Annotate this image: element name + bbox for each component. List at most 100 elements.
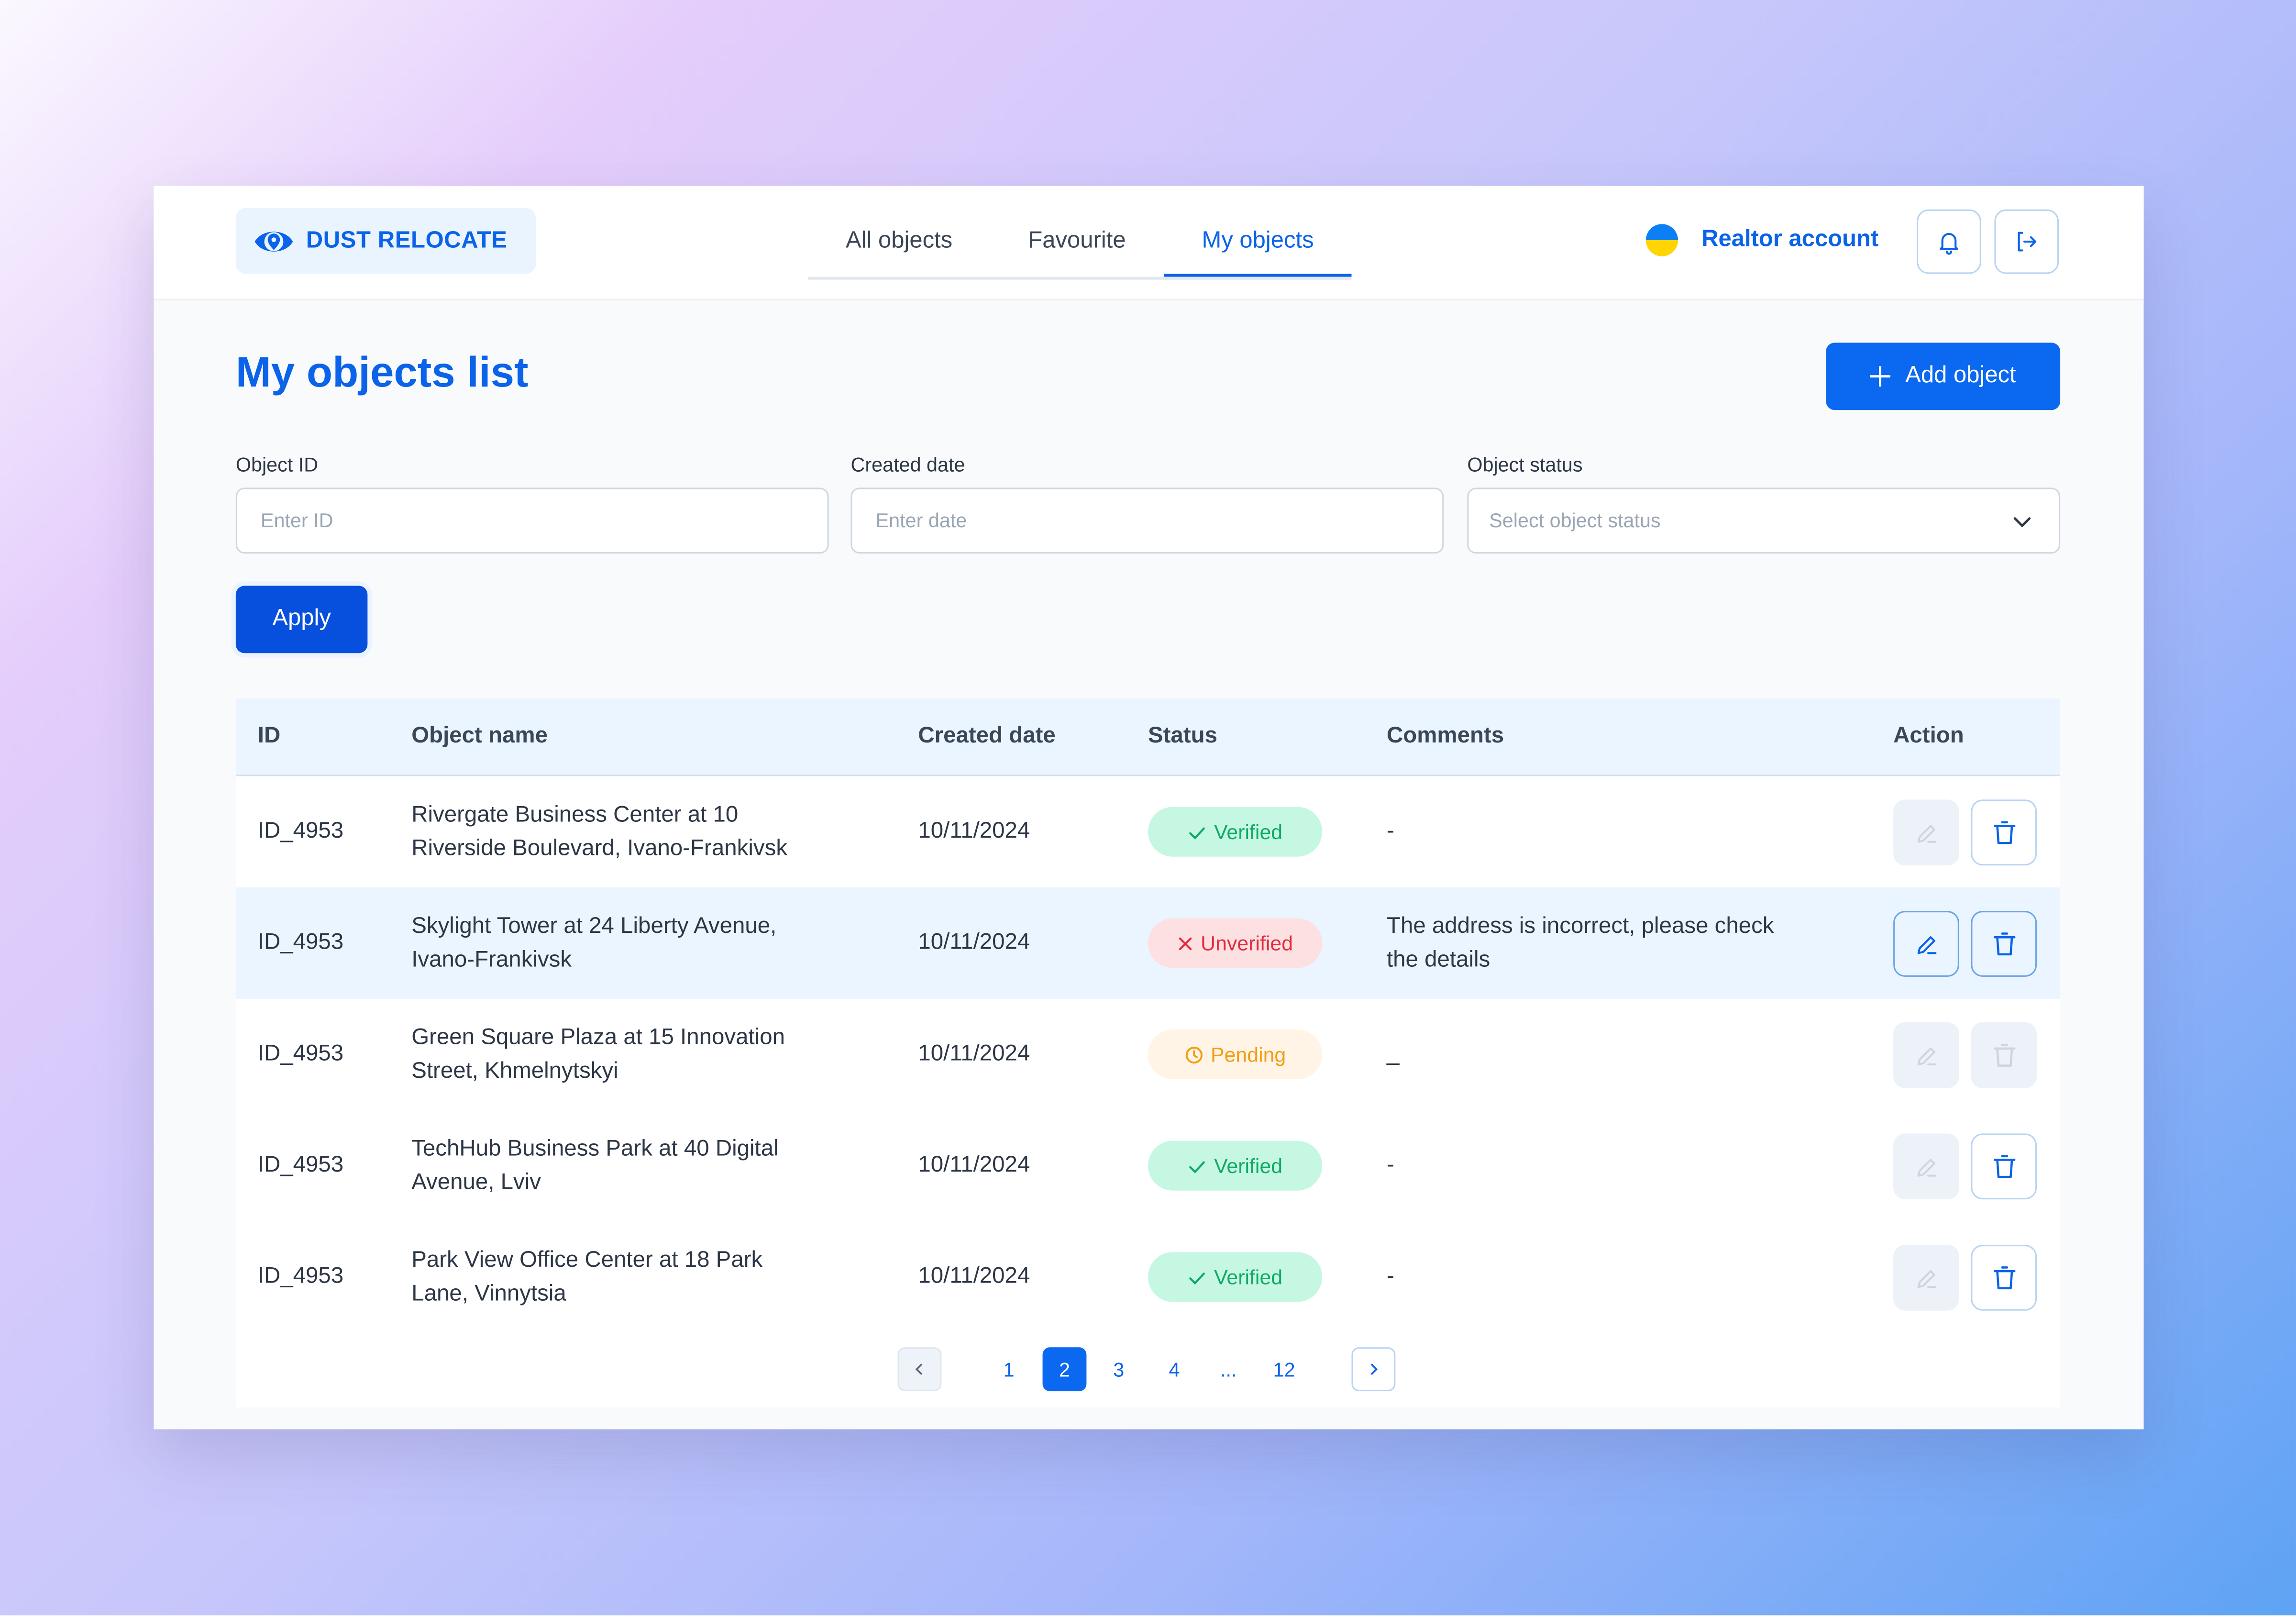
comment-line-1: - (1386, 1263, 1394, 1289)
table-row[interactable]: ID_4953 Skylight Tower at 24 Liberty Aven… (235, 887, 2061, 999)
tab-my-objects[interactable]: My objects (1164, 208, 1352, 277)
objects-table: ID Object name Created date Status Comme… (235, 698, 2061, 1407)
table-header: ID Object name Created date Status Comme… (235, 698, 2061, 776)
page-title: My objects list (235, 350, 529, 397)
pencil-icon (1917, 824, 1936, 842)
pencil-icon (1917, 1158, 1936, 1176)
prev-page-button[interactable] (897, 1347, 942, 1392)
table-row[interactable]: ID_4953 TechHub Business Park at 40 Digit… (236, 1110, 2060, 1221)
page-button[interactable]: 3 (1097, 1347, 1141, 1391)
account-label[interactable]: Realtor account (1701, 227, 1878, 253)
tab-favourite[interactable]: Favourite (990, 208, 1164, 274)
edit-button[interactable] (1893, 799, 1959, 866)
status-label: Unverified (1201, 931, 1293, 955)
cell-id: ID_4953 (257, 930, 344, 955)
comment-line-2: the details (1386, 947, 1490, 973)
pencil-icon (1917, 935, 1936, 953)
object-name-line-1: Skylight Tower at 24 Liberty Avenue, (411, 914, 777, 939)
edit-button[interactable] (1893, 911, 1959, 977)
object-id-input[interactable] (257, 508, 828, 533)
brand-name: DUST RELOCATE (306, 228, 508, 253)
column-header-id: ID (257, 723, 281, 749)
delete-button[interactable] (1971, 911, 2037, 977)
cell-comments: The address is incorrect, please check th… (1387, 909, 1774, 977)
status-badge: Pending (1148, 1029, 1323, 1080)
trash-icon (1993, 820, 2015, 843)
logout-button[interactable] (1994, 209, 2059, 274)
cell-created-date: 10/11/2024 (918, 1263, 1030, 1289)
table-row[interactable]: ID_4953 Rivergate Business Center at 10 Ri… (236, 776, 2060, 887)
comment-line-1: _ (1386, 1041, 1400, 1066)
cell-id: ID_4953 (257, 1041, 344, 1066)
table-row[interactable]: ID_4953 Green Square Plaza at 15 Innovati… (236, 999, 2060, 1110)
trash-icon (1993, 931, 2015, 955)
cell-created-date: 10/11/2024 (918, 819, 1030, 844)
account-menu[interactable]: Realtor account (1645, 224, 1878, 256)
delete-button[interactable] (1971, 1022, 2037, 1088)
cell-comments: - (1387, 1148, 1394, 1182)
object-name-line-1: Rivergate Business Center at 10 (411, 802, 739, 828)
check-icon (1189, 827, 1205, 839)
comment-line-1: - (1386, 1152, 1394, 1178)
logo[interactable]: DUST RELOCATE (235, 208, 536, 274)
delete-button[interactable] (1971, 1133, 2037, 1200)
page-button[interactable]: 12 (1262, 1347, 1306, 1391)
cell-object-name: Park View Office Center at 18 Park Lane, … (411, 1243, 762, 1311)
pagination: 1 2 3 4... 12 (236, 1347, 2060, 1394)
trash-icon (1993, 1265, 2015, 1289)
edit-button[interactable] (1893, 1245, 1959, 1311)
status-label: Verified (1214, 1154, 1283, 1178)
tab-all-objects[interactable]: All objects (808, 208, 990, 274)
created-date-field[interactable] (850, 487, 1444, 554)
comment-line-1: The address is incorrect, please check (1386, 914, 1774, 939)
next-page-button[interactable] (1351, 1347, 1396, 1392)
check-icon (1189, 1272, 1205, 1284)
pencil-icon (1917, 1047, 1936, 1065)
object-name-line-2: Riverside Boulevard, Ivano-Frankivsk (411, 836, 788, 861)
object-name-line-2: Avenue, Lviv (411, 1170, 541, 1195)
edit-button[interactable] (1893, 1133, 1959, 1200)
created-date-input[interactable] (872, 508, 1443, 533)
chevron-right-icon (1370, 1363, 1378, 1375)
status-badge: Verified (1148, 1140, 1323, 1191)
add-object-button[interactable]: Add object (1826, 343, 2061, 410)
eye-location-logo-icon (254, 231, 293, 251)
clock-icon (1185, 1046, 1203, 1063)
page-button[interactable]: 2 (1042, 1347, 1087, 1392)
plus-icon (1870, 366, 1891, 387)
object-id-field[interactable] (235, 487, 829, 554)
table-row[interactable]: ID_4953 Park View Office Center at 18 Par… (236, 1221, 2060, 1333)
object-name-line-1: TechHub Business Park at 40 Digital (411, 1136, 779, 1162)
notifications-button[interactable] (1917, 209, 1981, 274)
page-button[interactable]: 1 (987, 1347, 1031, 1391)
delete-button[interactable] (1971, 1245, 2037, 1311)
apply-button[interactable]: Apply (235, 586, 368, 653)
pencil-icon (1917, 1269, 1936, 1287)
status-label: Verified (1214, 1265, 1283, 1289)
column-header-object-name: Object name (411, 723, 548, 749)
object-id-label: Object ID (235, 454, 319, 476)
pagination-ellipsis: ... (1220, 1358, 1237, 1381)
cell-created-date: 10/11/2024 (918, 1041, 1030, 1066)
cell-id: ID_4953 (257, 1152, 344, 1178)
chevron-down-icon (2013, 517, 2031, 528)
object-name-line-2: Lane, Vinnytsia (411, 1281, 566, 1306)
status-badge: Verified (1148, 1252, 1323, 1302)
cell-object-name: Rivergate Business Center at 10 Riverside… (411, 798, 787, 865)
column-header-action: Action (1893, 723, 1964, 749)
app-window: DUST RELOCATE All objects Favourite My o… (154, 186, 2144, 1429)
main-nav: All objects Favourite My objects (808, 208, 1352, 280)
cell-object-name: Skylight Tower at 24 Liberty Avenue, Ivan… (411, 909, 776, 977)
delete-button[interactable] (1971, 799, 2037, 866)
comment-line-1: - (1386, 819, 1394, 844)
status-badge: Verified (1148, 807, 1323, 857)
cell-created-date: 10/11/2024 (918, 930, 1030, 955)
object-status-select[interactable]: Select object status (1467, 487, 2061, 554)
edit-button[interactable] (1893, 1022, 1959, 1088)
status-label: Verified (1214, 820, 1283, 844)
cell-comments: _ (1387, 1037, 1399, 1070)
page-button[interactable]: 4 (1152, 1347, 1196, 1391)
object-name-line-2: Street, Khmelnytskyi (411, 1059, 618, 1084)
cell-id: ID_4953 (257, 1263, 344, 1289)
object-status-label: Object status (1467, 454, 1583, 476)
